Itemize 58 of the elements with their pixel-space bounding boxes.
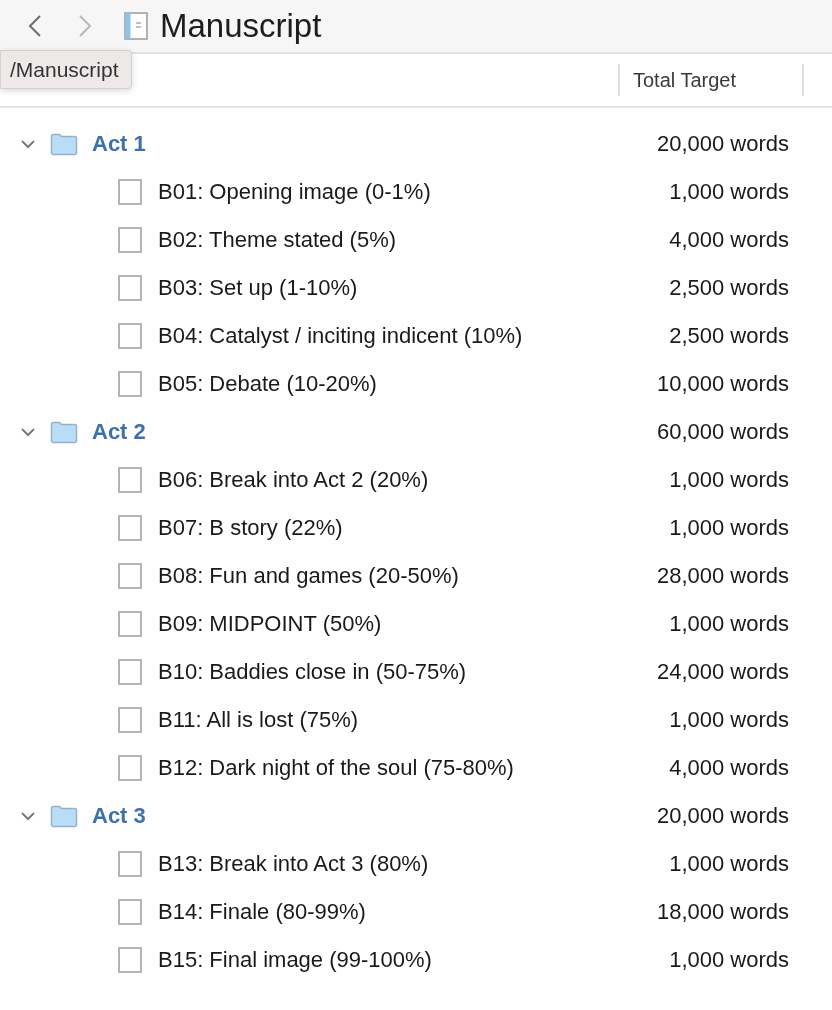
document-title: B04: Catalyst / inciting indicent (10%) (158, 323, 524, 349)
document-icon (118, 899, 142, 925)
word-target: 60,000 words (655, 419, 790, 445)
document-icon (118, 467, 142, 493)
word-target: 10,000 words (655, 371, 790, 397)
document-icon (118, 611, 142, 637)
document-title: B10: Baddies close in (50-75%) (158, 659, 468, 685)
folder-title: Act 2 (92, 419, 147, 445)
word-target: 24,000 words (655, 659, 790, 685)
word-target: 18,000 words (655, 899, 790, 925)
word-target: 1,000 words (668, 707, 790, 733)
folder-title: Act 1 (92, 131, 147, 157)
word-target: 20,000 words (655, 131, 790, 157)
document-title: B05: Debate (10-20%) (158, 371, 378, 397)
word-target: 1,000 words (668, 179, 790, 205)
document-title: B07: B story (22%) (158, 515, 344, 541)
document-icon (118, 371, 142, 397)
word-target: 4,000 words (668, 755, 790, 781)
word-target: 1,000 words (668, 515, 790, 541)
word-target: 20,000 words (655, 803, 790, 829)
document-title: B09: MIDPOINT (50%) (158, 611, 383, 637)
document-icon (118, 179, 142, 205)
document-title: B15: Final image (99-100%) (158, 947, 433, 973)
document-icon (124, 12, 148, 40)
word-target: 1,000 words (668, 611, 790, 637)
column-label[interactable]: Total Target (618, 64, 804, 96)
document-title: B03: Set up (1-10%) (158, 275, 359, 301)
document-icon (118, 227, 142, 253)
document-title: B01: Opening image (0-1%) (158, 179, 432, 205)
word-target: 28,000 words (655, 563, 790, 589)
document-title: B06: Break into Act 2 (20%) (158, 467, 430, 493)
document-icon (118, 659, 142, 685)
word-target: 2,500 words (668, 323, 790, 349)
folder-icon (50, 132, 78, 156)
document-icon (118, 707, 142, 733)
document-title: B11: All is lost (75%) (158, 707, 360, 733)
document-title: B14: Finale (80-99%) (158, 899, 367, 925)
document-title: B08: Fun and games (20-50%) (158, 563, 460, 589)
word-target: 1,000 words (668, 947, 790, 973)
path-tooltip: /Manuscript (0, 50, 132, 89)
document-icon (118, 515, 142, 541)
word-target: 4,000 words (668, 227, 790, 253)
document-title: B02: Theme stated (5%) (158, 227, 398, 253)
document-icon (118, 755, 142, 781)
folder-icon (50, 804, 78, 828)
word-target: 1,000 words (668, 851, 790, 877)
document-icon (118, 323, 142, 349)
word-target: 1,000 words (668, 467, 790, 493)
word-target: 2,500 words (668, 275, 790, 301)
document-icon (118, 563, 142, 589)
document-title: B12: Dark night of the soul (75-80%) (158, 755, 515, 781)
document-title: B13: Break into Act 3 (80%) (158, 851, 430, 877)
document-title: Manuscript (160, 7, 322, 45)
folder-title: Act 3 (92, 803, 147, 829)
document-icon (118, 947, 142, 973)
folder-icon (50, 420, 78, 444)
document-icon (118, 275, 142, 301)
document-icon (118, 851, 142, 877)
